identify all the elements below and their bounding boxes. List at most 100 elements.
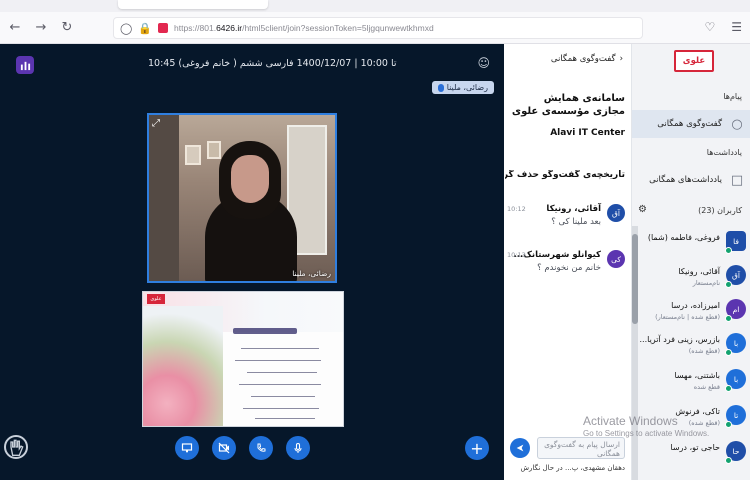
microphone-button[interactable] [286,436,310,460]
slide-heading [233,328,297,334]
chevron-left-icon[interactable]: ‹ [620,54,623,64]
chat-message: آق آقائی، رونیکا 10:12 بعد ملینا کی ؟ [507,204,625,236]
presentation-slide[interactable]: علوی [142,291,344,427]
slide-logo: علوی [147,294,165,304]
message-text: خانم من نخوندم ؟ [537,263,601,273]
avatar: آق [607,204,625,222]
pocket-icon[interactable]: ♡ [704,20,715,34]
menu-icon[interactable]: ☰ [731,20,742,34]
url-domain: 6426.ir [216,23,243,33]
typing-indicator: دهقان مشهدی، پ... در حال نگارش [520,464,625,472]
browser-toolbar: ← → ↻ ◯ 🔒 https://801.6426.ir/html5clien… [0,12,750,44]
message-text: بعد ملینا کی ؟ [551,217,601,227]
session-title: 10:45 تا 10:00 | 1400/12/07 فارسی ششم ( … [148,58,397,69]
actions-plus-button[interactable]: + [465,436,489,460]
sidebar-item-label: یادداشت‌های همگانی [649,175,722,185]
user-status: (قطع شده | نام‌مستعار) [655,313,720,321]
reload-icon[interactable]: ↻ [56,17,78,39]
fullscreen-icon[interactable]: ⤢ [152,118,160,129]
toolbar-right: ♡ ☰ [704,20,742,34]
send-message-button[interactable] [510,438,530,458]
user-list-item[interactable]: آق آقائی، رونیکا نام‌مستعار [632,262,750,296]
brand-logo: علوی [674,50,714,72]
chat-header[interactable]: ‹ گفت‌وگوی همگانی [551,54,623,64]
status-indicator [725,385,732,392]
chat-message-input[interactable]: ارسال پیام به گفت‌وگوی همگانی [537,437,625,459]
sidebar-item-shared-notes[interactable]: □ یادداشت‌های همگانی [632,166,750,194]
browser-tabstrip [0,0,750,12]
shield-icon[interactable]: ◯ [120,22,132,35]
sidebar-item-label: گفت‌وگوی همگانی [657,119,722,129]
back-icon[interactable]: ← [4,17,26,39]
user-status: نام‌مستعار [692,279,720,287]
hand-icon [10,439,24,456]
forward-icon[interactable]: → [30,17,52,39]
sidebar-item-public-chat[interactable]: ○ گفت‌وگوی همگانی [632,110,750,138]
slide-flowers [143,306,223,426]
url-prefix: https://801. [174,23,217,33]
chat-cleared-notice: تاریخچه‌ی گفت‌وگو حذف گردید [505,170,625,180]
url-path: /html5client/join?sessionToken=5ljgqunwe… [242,23,434,33]
participant-face [231,155,269,203]
phone-icon [257,443,266,452]
slide-text-line [241,348,319,349]
phone-button[interactable] [249,436,273,460]
share-screen-button[interactable] [175,436,199,460]
status-indicator [725,281,732,288]
status-indicator [725,247,732,254]
slide-text-line [243,408,319,409]
user-name: آقائی، رونیکا [678,267,720,276]
video-tile[interactable]: ⤢ رضائی، ملینا [147,113,337,283]
user-name: تاکی، فرنوش [675,407,720,416]
video-participant-name: رضائی، ملینا [292,269,331,278]
mic-icon [437,83,444,92]
user-list-item[interactable]: حا حاجی تو، درسا [632,438,750,472]
status-indicator [725,421,732,428]
gear-icon[interactable]: ⚙ [638,204,647,215]
user-list-item[interactable]: با بازرس، زینی فرد آتریا... (قطع شده) [632,330,750,364]
user-status: (قطع شده) [688,347,720,355]
user-list-item[interactable]: ام امیرزاده، درسا (قطع شده | نام‌مستعار) [632,296,750,330]
meeting-area: 10:45 تا 10:00 | 1400/12/07 فارسی ششم ( … [0,44,504,480]
user-status: (قطع شده) [688,419,720,427]
users-count-label: کاربران (23) [698,206,742,215]
user-name: بازرس، زینی فرد آتریا... [639,335,721,344]
url-bar[interactable]: ◯ 🔒 https://801.6426.ir/html5client/join… [113,17,643,39]
camera-off-icon [218,442,230,454]
url-text[interactable]: https://801.6426.ir/html5client/join?ses… [174,23,434,33]
status-indicator [725,349,732,356]
message-author: کیوانلو شهرستانک... [513,250,601,260]
talking-indicator: رضائی، ملینا [431,81,494,94]
user-list-item[interactable]: با باشتنی، مهسا قطع شده [632,366,750,400]
user-status: قطع شده [693,383,720,391]
microphone-icon [294,442,302,453]
slide-text-line [251,396,315,397]
chat-welcome-subtitle: Alavi IT Center [550,128,625,138]
raise-hand-button[interactable] [4,435,28,459]
chat-icon: ○ [731,116,743,132]
user-list-item[interactable]: تا تاکی، فرنوش (قطع شده) [632,402,750,436]
users-panel: علوی پیام‌ها ○ گفت‌وگوی همگانی یادداشت‌ه… [632,44,750,480]
status-indicator [725,457,732,464]
message-time: 10:12 [507,205,526,213]
user-icon[interactable]: ☺ [477,56,490,70]
user-name: امیرزاده، درسا [671,301,720,310]
user-name: فروغی، فاطمه (شما) [647,233,720,242]
message-author: آقائی، رونیکا [546,204,601,214]
user-name: باشتنی، مهسا [674,371,720,380]
browser-tab[interactable] [118,0,268,9]
video-curtain [149,115,179,281]
notes-icon: □ [730,172,744,188]
camera-button[interactable] [212,436,236,460]
app-logo-icon[interactable] [16,56,34,74]
chat-message: کی کیوانلو شهرستانک... 10:13 خانم من نخو… [507,250,625,282]
user-name: حاجی تو، درسا [670,443,720,452]
monitor-icon [181,443,193,453]
user-list-item[interactable]: فا فروغی، فاطمه (شما) [632,228,750,262]
talking-name: رضائی، ملینا [446,83,488,92]
lock-icon[interactable]: 🔒 [138,22,152,35]
permissions-icon[interactable] [158,23,169,33]
slide-text-line [239,384,321,385]
slide-text-line [255,418,315,419]
slide-text-line [235,360,321,361]
